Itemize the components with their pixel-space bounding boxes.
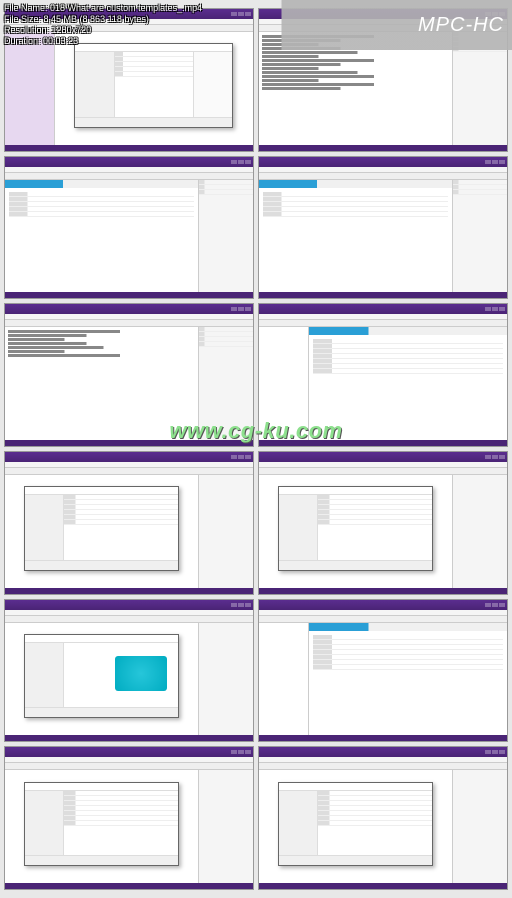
thumb-10[interactable]	[258, 599, 508, 743]
new-project-dialog	[74, 43, 233, 128]
player-logo: MPC-HC	[418, 14, 504, 37]
thumb-4[interactable]	[258, 156, 508, 300]
thumb-3[interactable]	[4, 156, 254, 300]
meta-resolution: Resolution: 1280x720	[4, 25, 202, 36]
thumb-12[interactable]	[258, 746, 508, 890]
thumb-7[interactable]	[4, 451, 254, 595]
file-metadata: File Name: 018 What are custom templates…	[4, 3, 202, 47]
watermark: www.cg-ku.com	[169, 418, 342, 444]
template-preview-icon	[115, 656, 167, 691]
list-dialog-1	[24, 486, 179, 571]
list-dialog-4	[278, 782, 433, 867]
thumb-11[interactable]	[4, 746, 254, 890]
property-tab	[5, 180, 198, 188]
thumb-9[interactable]	[4, 599, 254, 743]
meta-filename: File Name: 018 What are custom templates…	[4, 3, 202, 14]
meta-duration: Duration: 00:03:23	[4, 36, 202, 47]
thumbnail-grid	[4, 8, 508, 894]
list-dialog-3	[24, 782, 179, 867]
thumb-8[interactable]	[258, 451, 508, 595]
list-dialog-2	[278, 486, 433, 571]
template-dialog	[24, 634, 179, 719]
meta-filesize: File Size: 8,45 MB (8 863 118 bytes)	[4, 14, 202, 25]
